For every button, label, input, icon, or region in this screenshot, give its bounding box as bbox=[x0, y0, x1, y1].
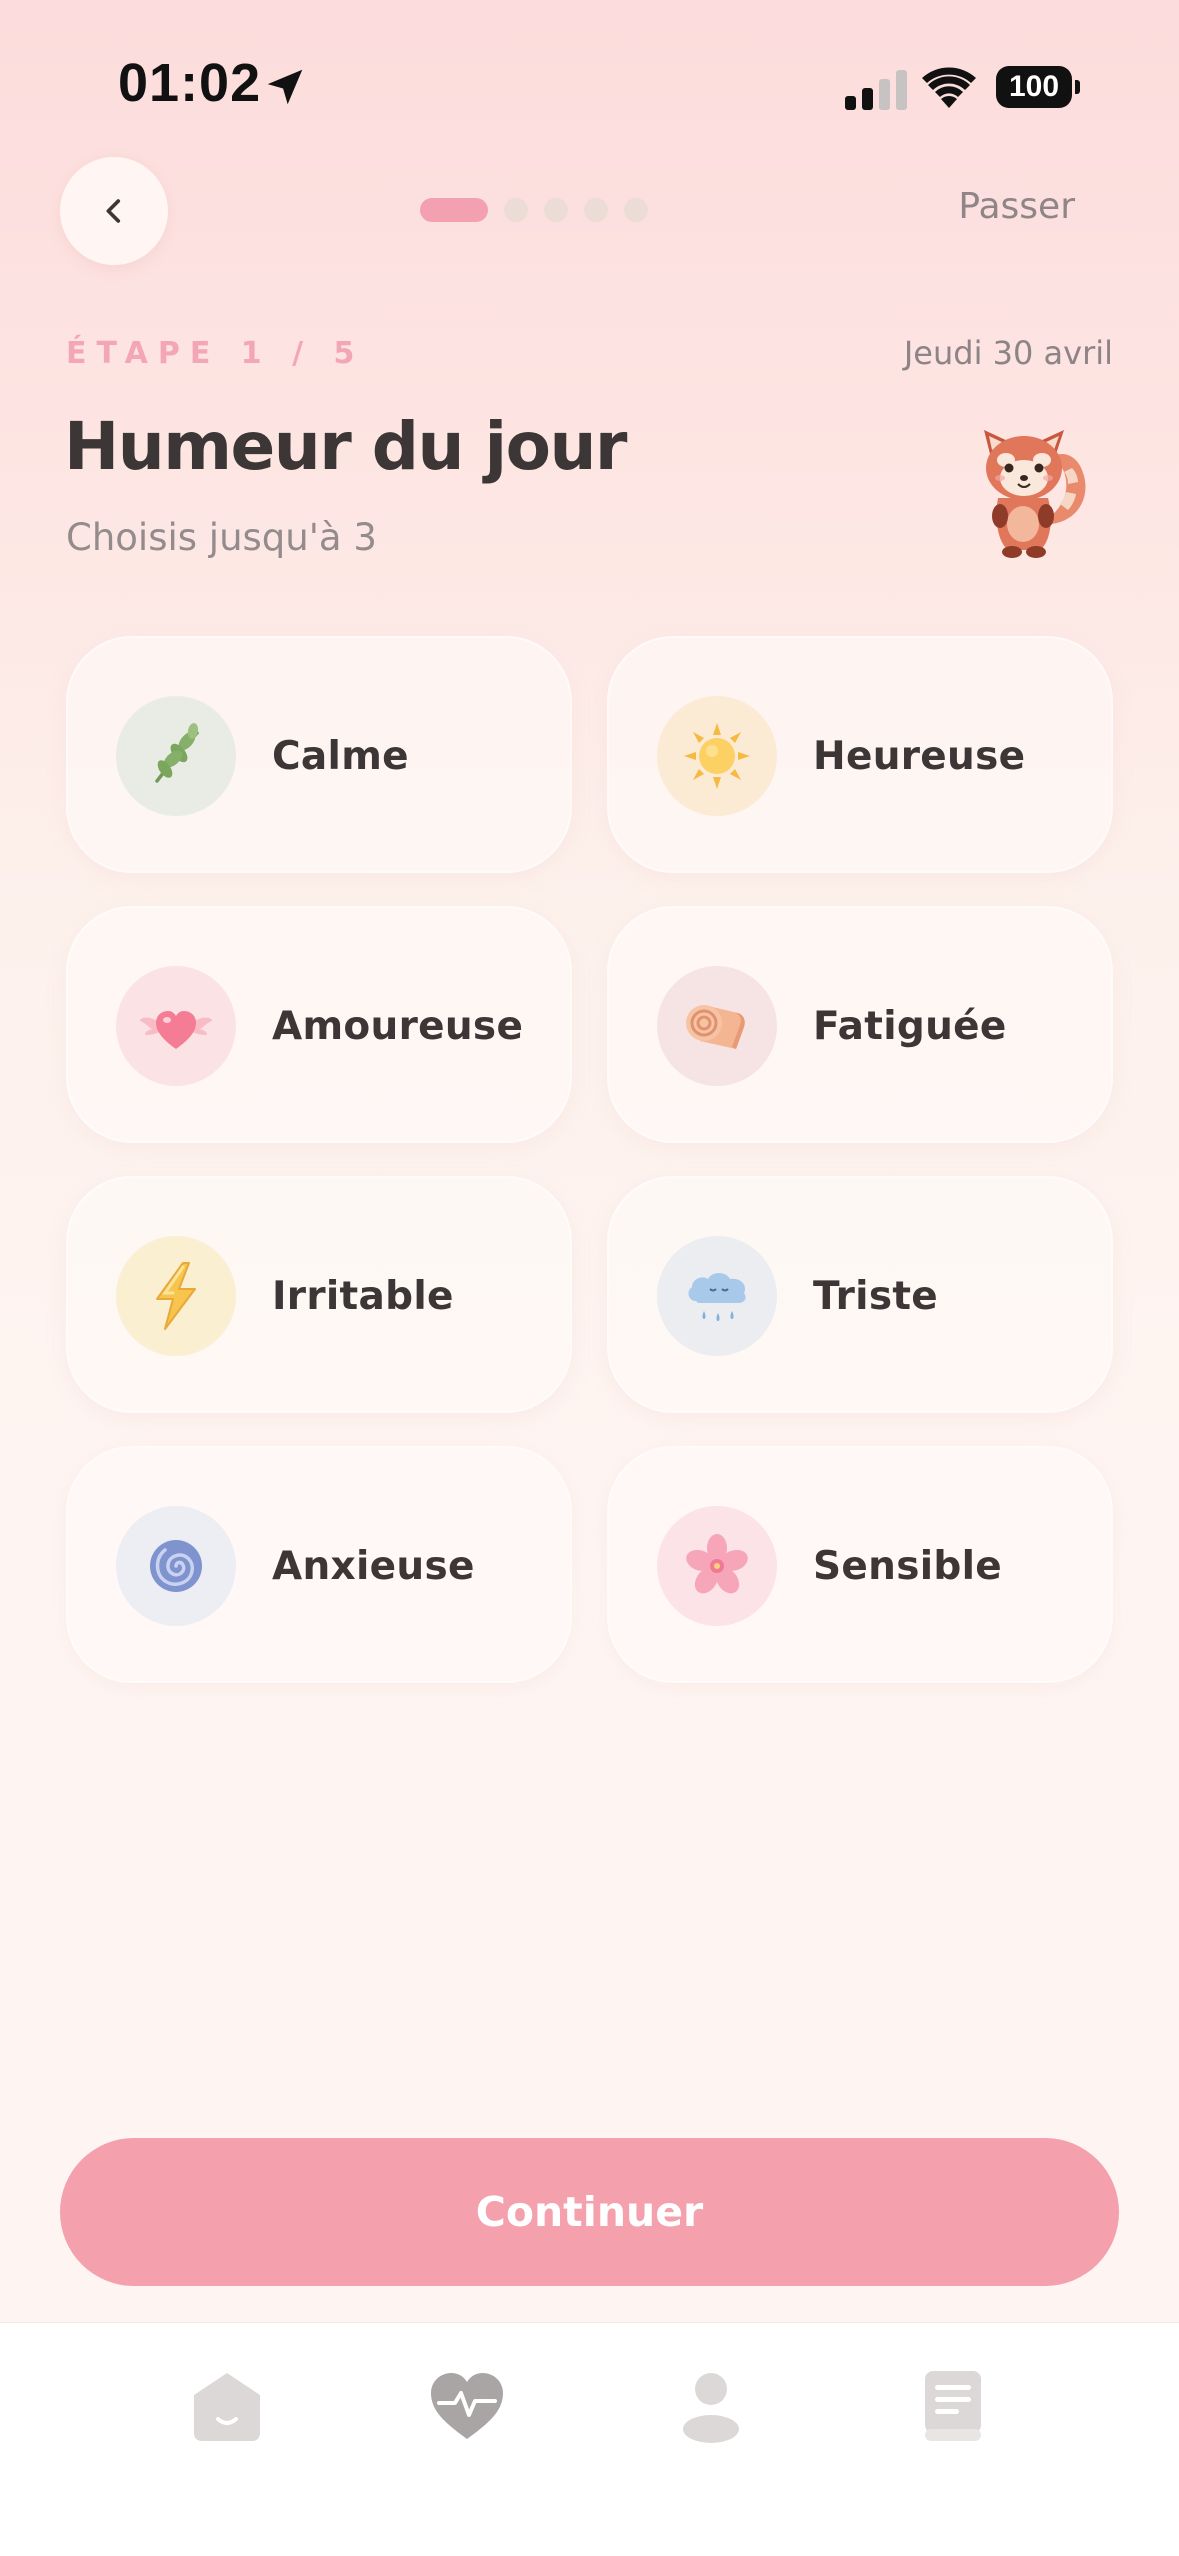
mood-icon-bg bbox=[657, 1506, 777, 1626]
mood-label: Anxieuse bbox=[272, 1544, 475, 1589]
tab-home[interactable] bbox=[182, 2361, 272, 2451]
lightning-icon bbox=[156, 1262, 196, 1330]
mood-label: Fatiguée bbox=[813, 1004, 1007, 1049]
tab-health[interactable] bbox=[422, 2361, 512, 2451]
status-time: 01:02 bbox=[118, 53, 262, 113]
rain-cloud-icon bbox=[688, 1273, 746, 1321]
mood-card-triste[interactable]: Triste bbox=[607, 1176, 1113, 1413]
mood-card-calme[interactable]: Calme bbox=[66, 636, 572, 873]
cherry-blossom-icon bbox=[686, 1534, 748, 1594]
date-label: Jeudi 30 avril bbox=[903, 334, 1113, 372]
person-icon bbox=[683, 2373, 739, 2443]
step-dot bbox=[584, 198, 608, 222]
tab-journal[interactable] bbox=[908, 2361, 998, 2451]
mood-icon-bg bbox=[657, 1236, 777, 1356]
mood-icon-bg bbox=[116, 966, 236, 1086]
mood-label: Sensible bbox=[813, 1544, 1003, 1589]
page-subtitle: Choisis jusqu'à 3 bbox=[66, 516, 377, 559]
location-arrow-icon bbox=[267, 69, 303, 105]
mood-icon-bg bbox=[116, 696, 236, 816]
blanket-roll-icon bbox=[686, 1005, 745, 1049]
red-panda-mascot-icon bbox=[984, 430, 1086, 558]
tab-profile[interactable] bbox=[666, 2361, 756, 2451]
bottom-tab-bar bbox=[0, 2322, 1179, 2556]
continue-button[interactable]: Continuer bbox=[60, 2138, 1119, 2286]
home-icon bbox=[194, 2373, 260, 2441]
mood-icon-bg bbox=[657, 966, 777, 1086]
back-button[interactable] bbox=[60, 157, 168, 265]
skip-button[interactable]: Passer bbox=[958, 186, 1075, 227]
cellular-signal-icon bbox=[845, 70, 907, 110]
mood-card-amoureuse[interactable]: Amoureuse bbox=[66, 906, 572, 1143]
step-dot bbox=[544, 198, 568, 222]
mood-label: Triste bbox=[813, 1274, 939, 1319]
mood-icon-bg bbox=[116, 1506, 236, 1626]
step-dot bbox=[504, 198, 528, 222]
mood-card-heureuse[interactable]: Heureuse bbox=[607, 636, 1113, 873]
chevron-left-icon bbox=[106, 199, 121, 223]
winged-heart-icon bbox=[140, 1011, 212, 1049]
mood-icon-bg bbox=[657, 696, 777, 816]
mood-grid: Calme Heureuse Amoureuse Fatiguée Irrita… bbox=[66, 636, 1113, 1683]
mood-card-irritable[interactable]: Irritable bbox=[66, 1176, 572, 1413]
wifi-icon bbox=[922, 67, 976, 108]
sun-icon bbox=[684, 723, 750, 789]
mood-icon-bg bbox=[116, 1236, 236, 1356]
book-icon bbox=[925, 2371, 981, 2441]
step-dot-active bbox=[420, 198, 488, 222]
heart-pulse-icon bbox=[431, 2373, 503, 2439]
mood-label: Calme bbox=[272, 734, 409, 779]
spiral-icon bbox=[150, 1540, 202, 1592]
battery-level: 100 bbox=[996, 66, 1072, 108]
mood-label: Amoureuse bbox=[272, 1004, 524, 1049]
page-title: Humeur du jour bbox=[64, 408, 627, 485]
status-bar: 01:02 100 bbox=[0, 0, 1179, 170]
leaf-icon bbox=[155, 723, 199, 783]
step-progress-indicator bbox=[420, 198, 648, 222]
mood-card-sensible[interactable]: Sensible bbox=[607, 1446, 1113, 1683]
mood-label: Irritable bbox=[272, 1274, 454, 1319]
mood-label: Heureuse bbox=[813, 734, 1026, 779]
step-dot bbox=[624, 198, 648, 222]
step-label: ÉTAPE 1 / 5 bbox=[66, 336, 365, 371]
mood-card-fatiguee[interactable]: Fatiguée bbox=[607, 906, 1113, 1143]
mood-card-anxieuse[interactable]: Anxieuse bbox=[66, 1446, 572, 1683]
battery-icon: 100 bbox=[996, 66, 1080, 108]
